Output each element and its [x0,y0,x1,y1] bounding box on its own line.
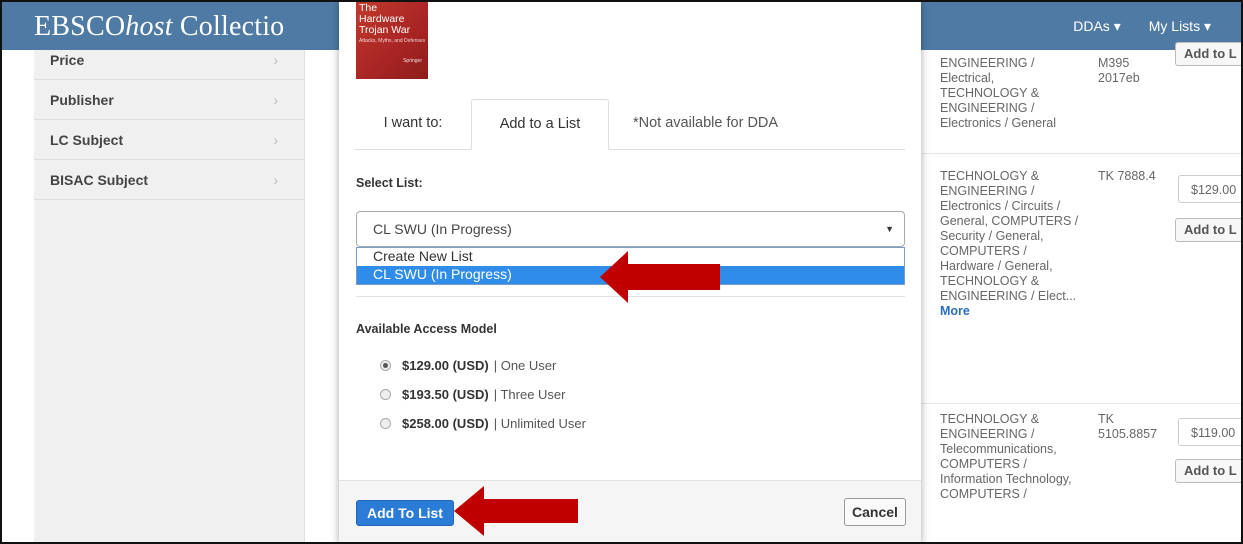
table-row: ENGINEERING / Electrical, TECHNOLOGY & E… [922,42,1241,154]
facet-lc-subject[interactable]: LC Subject › [34,120,304,160]
screenshot-frame: EBSCOhost Collectio DDAs ▾ My Lists ▾ Pr… [0,0,1243,544]
add-to-list-button[interactable]: Add to L [1175,42,1241,66]
facet-label: Price [50,52,85,68]
radio-button[interactable] [380,389,391,400]
arrow-shape [454,486,578,536]
brand-main: EBSCO [34,11,126,42]
tab-intro-label: I want to: [383,115,443,131]
add-to-list-button[interactable]: Add to L [1175,218,1241,242]
content-area-edge [304,50,339,542]
price-field: $129.00 [1178,175,1241,203]
option-desc: | One User [493,358,557,373]
more-link[interactable]: More [940,304,970,318]
facet-label: LC Subject [50,131,124,148]
chevron-right-icon: › [273,52,278,68]
chevron-right-icon: › [273,171,278,188]
access-option-unlimited-user[interactable]: $258.00 (USD) | Unlimited User [380,416,586,431]
list-select[interactable]: CL SWU (In Progress) ▼ [356,211,905,247]
subject-text: ENGINEERING / Electrical, TECHNOLOGY & E… [940,56,1057,130]
option-price: $193.50 (USD) [402,387,489,402]
dialog-tabs: I want to: Add to a List *Not available … [355,99,905,150]
list-select-value: CL SWU (In Progress) [373,221,512,237]
dialog-footer: Add To List Cancel [339,480,921,542]
access-option-one-user[interactable]: $129.00 (USD) | One User [380,358,556,373]
facet-label: Publisher [50,91,114,108]
facet-bisac-subject[interactable]: BISAC Subject › [34,160,304,200]
subject-main: TECHNOLOGY & ENGINEERING / Electronics /… [940,169,1079,303]
cancel-button[interactable]: Cancel [844,498,906,526]
add-to-list-button[interactable]: Add to L [1175,459,1241,483]
top-nav: DDAs ▾ My Lists ▾ [1073,18,1211,35]
brand-rest: Collectio [172,11,285,42]
option-price: $129.00 (USD) [402,358,489,373]
facet-price[interactable]: Price › [34,50,304,80]
price-field: $119.00 [1178,418,1241,446]
call-number: M395 2017eb [1098,56,1140,85]
call-number: TK 7888.4 [1098,169,1156,183]
book-cover-image: The Hardware Trojan War Attacks, Myths, … [356,2,428,79]
nav-my-lists-menu[interactable]: My Lists ▾ [1149,18,1211,35]
nav-ddas-menu[interactable]: DDAs ▾ [1073,18,1120,35]
publisher-logo: Springer [403,58,422,64]
facet-label: BISAC Subject [50,171,149,188]
facet-sidebar: Price › Publisher › LC Subject › BISAC S… [34,50,304,542]
option-desc: | Unlimited User [493,416,586,431]
annotation-arrow-icon [454,486,578,536]
radio-button[interactable] [380,360,391,371]
cover-title-line-3: Trojan War [359,24,411,36]
select-list-label: Select List: [356,176,423,190]
chevron-right-icon: › [273,91,278,108]
facet-publisher[interactable]: Publisher › [34,80,304,120]
radio-button[interactable] [380,418,391,429]
brand-host: host [125,11,173,42]
results-list: ENGINEERING / Electrical, TECHNOLOGY & E… [922,42,1241,542]
chevron-down-icon: ▼ [885,224,894,234]
option-desc: | Three User [493,387,566,402]
annotation-arrow-icon [600,251,720,303]
table-row: TECHNOLOGY & ENGINEERING / Telecommunica… [922,403,1241,542]
tab-not-available-dda[interactable]: *Not available for DDA [633,99,778,149]
call-number: TK 5105.8857 [1098,412,1158,441]
access-model-label: Available Access Model [356,322,497,336]
option-price: $258.00 (USD) [402,416,489,431]
subject-text: TECHNOLOGY & ENGINEERING / Electronics /… [940,169,1082,319]
access-option-three-user[interactable]: $193.50 (USD) | Three User [380,387,566,402]
subject-text: TECHNOLOGY & ENGINEERING / Telecommunica… [940,412,1072,501]
table-row: TECHNOLOGY & ENGINEERING / Electronics /… [922,153,1241,404]
app-logo[interactable]: EBSCOhost Collectio [34,11,284,43]
arrow-shape [600,251,720,303]
tab-add-to-list[interactable]: Add to a List [471,99,609,150]
cover-subtitle: Attacks, Myths, and Defenses [359,38,426,44]
chevron-right-icon: › [273,131,278,148]
add-to-list-submit-button[interactable]: Add To List [356,500,454,526]
